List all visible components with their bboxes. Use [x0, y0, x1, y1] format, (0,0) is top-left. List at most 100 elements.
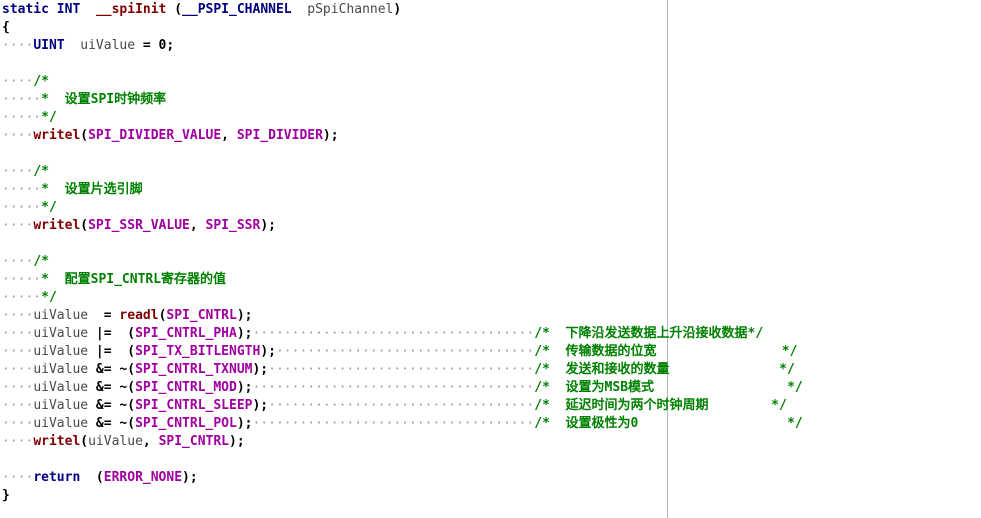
punctuation-token: ( [80, 128, 89, 143]
code-line[interactable]: ····/* [2, 73, 49, 91]
code-line[interactable]: ·····*/ [2, 109, 57, 127]
punctuation-token: &= ~( [88, 380, 136, 395]
keyword-token: static [2, 2, 49, 17]
code-line[interactable]: ····writel(SPI_SSR_VALUE, SPI_SSR); [2, 217, 276, 235]
whitespace-dots: ···································· [252, 416, 535, 431]
punctuation-token: &= ~( [88, 362, 136, 377]
code-line[interactable]: ····writel(uiValue, SPI_CNTRL); [2, 433, 245, 451]
function-token: writel [33, 434, 81, 449]
punctuation-token: ( [80, 434, 89, 449]
whitespace-dots: ····· [2, 92, 42, 107]
punctuation-token: = [88, 308, 120, 323]
whitespace-dots: ···· [2, 398, 34, 413]
comment-token: */ [41, 290, 57, 305]
code-line[interactable]: ····uiValue = readl(SPI_CNTRL); [2, 307, 253, 325]
macro-token: SPI_SSR [205, 218, 261, 233]
code-line[interactable]: ····uiValue &= ~(SPI_CNTRL_MOD);········… [2, 379, 803, 397]
punctuation-token: , [189, 218, 206, 233]
whitespace-dots: ····· [2, 182, 42, 197]
identifier-token: uiValue [33, 344, 89, 359]
comment-token: /* 设置极性为0 */ [534, 416, 803, 431]
punctuation-token: ); [182, 470, 198, 485]
code-line[interactable]: ····uiValue &= ~(SPI_CNTRL_TXNUM);······… [2, 361, 795, 379]
whitespace-dots: ···· [2, 38, 34, 53]
function-token: writel [33, 218, 81, 233]
comment-token: * 设置片选引脚 [41, 182, 143, 197]
macro-token: SPI_SSR_VALUE [88, 218, 190, 233]
punctuation-token: ) [393, 2, 402, 17]
comment-token: /* 设置为MSB模式 */ [534, 380, 803, 395]
macro-token: SPI_CNTRL_POL [135, 416, 237, 431]
whitespace-dots: ···· [2, 380, 34, 395]
comment-token: /* [33, 254, 49, 269]
punctuation-token: { [2, 20, 10, 35]
whitespace-dots: ···· [2, 416, 34, 431]
macro-token: SPI_CNTRL_MOD [135, 380, 237, 395]
punctuation-token: , [142, 434, 159, 449]
code-line[interactable]: } [2, 487, 10, 505]
whitespace-dots: ·································· [268, 398, 535, 413]
code-line[interactable]: ····writel(SPI_DIVIDER_VALUE, SPI_DIVIDE… [2, 127, 339, 145]
comment-token: * 设置SPI时钟频率 [41, 92, 167, 107]
whitespace-dots: ····· [2, 290, 42, 305]
macro-token: SPI_CNTRL_PHA [135, 326, 237, 341]
whitespace-dots: ···· [2, 434, 34, 449]
whitespace-dots: ···· [2, 470, 34, 485]
code-line[interactable]: ·····* 设置片选引脚 [2, 181, 143, 199]
whitespace-dots: ···· [2, 164, 34, 179]
code-line[interactable]: ····/* [2, 253, 49, 271]
whitespace-dots: ···· [2, 326, 34, 341]
code-line[interactable]: ····UINT uiValue = 0; [2, 37, 174, 55]
macro-token: SPI_TX_BITLENGTH [135, 344, 261, 359]
punctuation-token: &= ~( [88, 416, 136, 431]
code-editor[interactable]: static INT __spiInit (__PSPI_CHANNEL pSp… [0, 0, 981, 518]
comment-token: /* [33, 74, 49, 89]
macro-token: SPI_CNTRL_SLEEP [135, 398, 253, 413]
function-token: __spiInit [95, 2, 167, 17]
function-token: writel [33, 128, 81, 143]
identifier-token: uiValue [33, 362, 89, 377]
code-line[interactable]: ····uiValue |= (SPI_CNTRL_PHA);·········… [2, 325, 763, 343]
punctuation-token: } [2, 488, 10, 503]
identifier-token: uiValue [80, 38, 136, 53]
code-line[interactable]: { [2, 19, 10, 37]
punctuation-token: ); [236, 380, 253, 395]
punctuation-token: ( [80, 470, 104, 485]
code-line[interactable]: ·····*/ [2, 289, 57, 307]
identifier-token: uiValue [33, 308, 89, 323]
code-line[interactable]: ·····* 设置SPI时钟频率 [2, 91, 166, 109]
punctuation-token [292, 2, 308, 17]
code-line[interactable]: ····uiValue &= ~(SPI_CNTRL_SLEEP);······… [2, 397, 787, 415]
macro-token: SPI_DIVIDER_VALUE [88, 128, 222, 143]
code-line[interactable]: ·····*/ [2, 199, 57, 217]
whitespace-dots: ···· [2, 218, 34, 233]
punctuation-token: ); [229, 434, 245, 449]
code-line[interactable]: ·····* 配置SPI_CNTRL寄存器的值 [2, 271, 226, 289]
whitespace-dots: ···· [2, 74, 34, 89]
punctuation-token: , [221, 128, 237, 143]
whitespace-dots: ···· [2, 308, 34, 323]
punctuation-token: ( [166, 2, 183, 17]
punctuation-token: ); [260, 344, 276, 359]
identifier-token: pSpiChannel [307, 2, 394, 17]
whitespace-dots: ···································· [252, 326, 535, 341]
comment-token: */ [41, 110, 57, 125]
punctuation-token: |= ( [88, 326, 136, 341]
identifier-token: uiValue [33, 326, 89, 341]
punctuation-token: ( [80, 218, 89, 233]
punctuation-token: = 0; [135, 38, 175, 53]
comment-token: /* 发送和接收的数量 */ [534, 362, 795, 377]
identifier-token: uiValue [88, 434, 143, 449]
code-line[interactable]: ····uiValue |= (SPI_TX_BITLENGTH);······… [2, 343, 797, 361]
code-line[interactable]: ····/* [2, 163, 49, 181]
punctuation-token [80, 2, 96, 17]
code-line[interactable]: ····uiValue &= ~(SPI_CNTRL_POL);········… [2, 415, 803, 433]
code-line[interactable]: ····return (ERROR_NONE); [2, 469, 198, 487]
whitespace-dots: ····· [2, 272, 42, 287]
macro-token: SPI_CNTRL [158, 434, 230, 449]
comment-token: /* [33, 164, 49, 179]
whitespace-dots: ···································· [252, 380, 535, 395]
whitespace-dots: ···· [2, 344, 34, 359]
punctuation-token: ); [252, 398, 269, 413]
code-line[interactable]: static INT __spiInit (__PSPI_CHANNEL pSp… [2, 1, 401, 19]
